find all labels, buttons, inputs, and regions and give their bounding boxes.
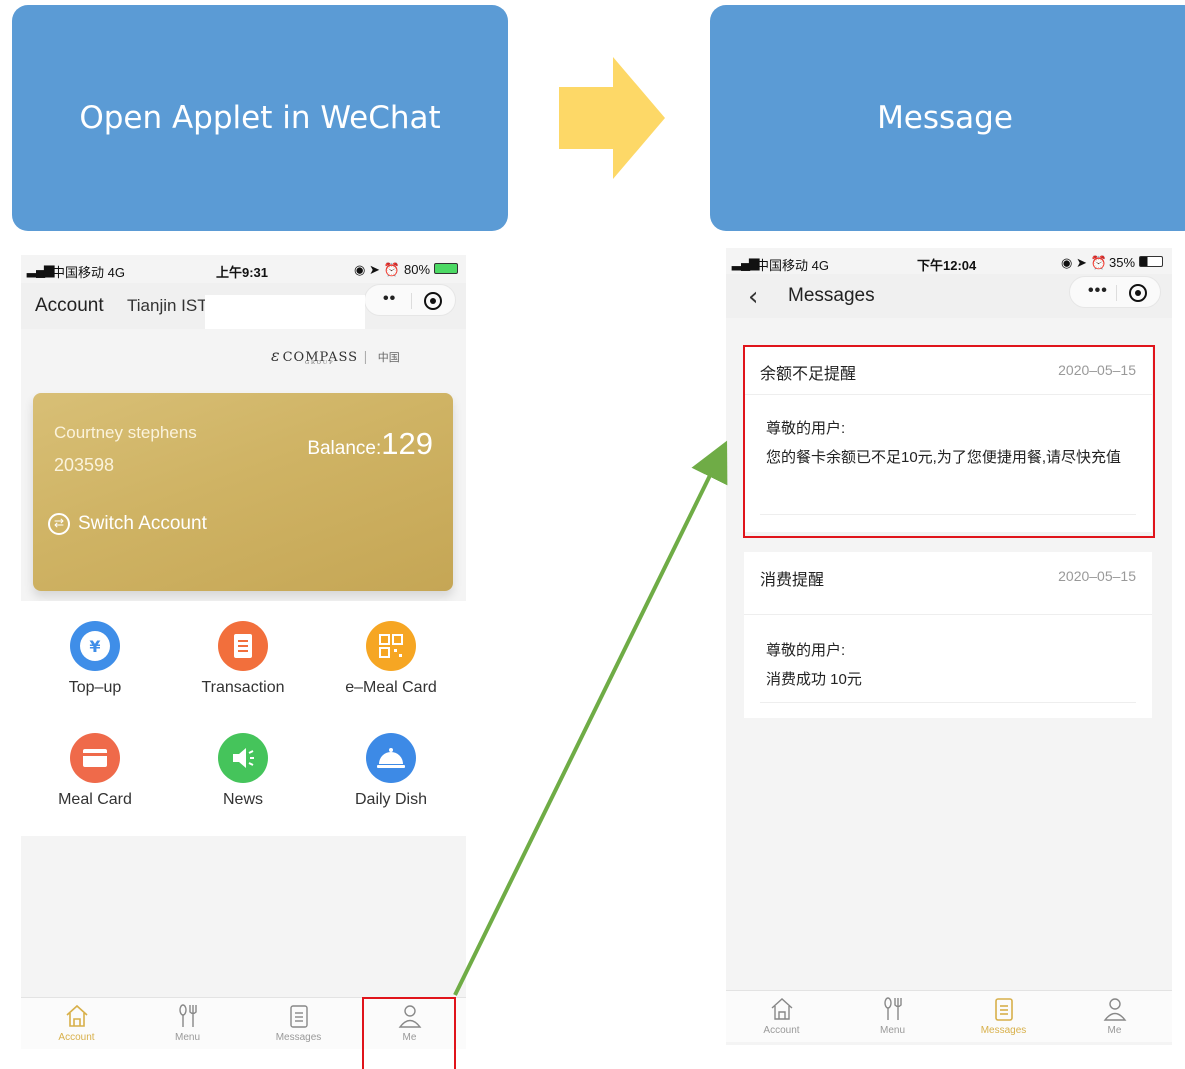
connector-arrow	[453, 440, 728, 996]
